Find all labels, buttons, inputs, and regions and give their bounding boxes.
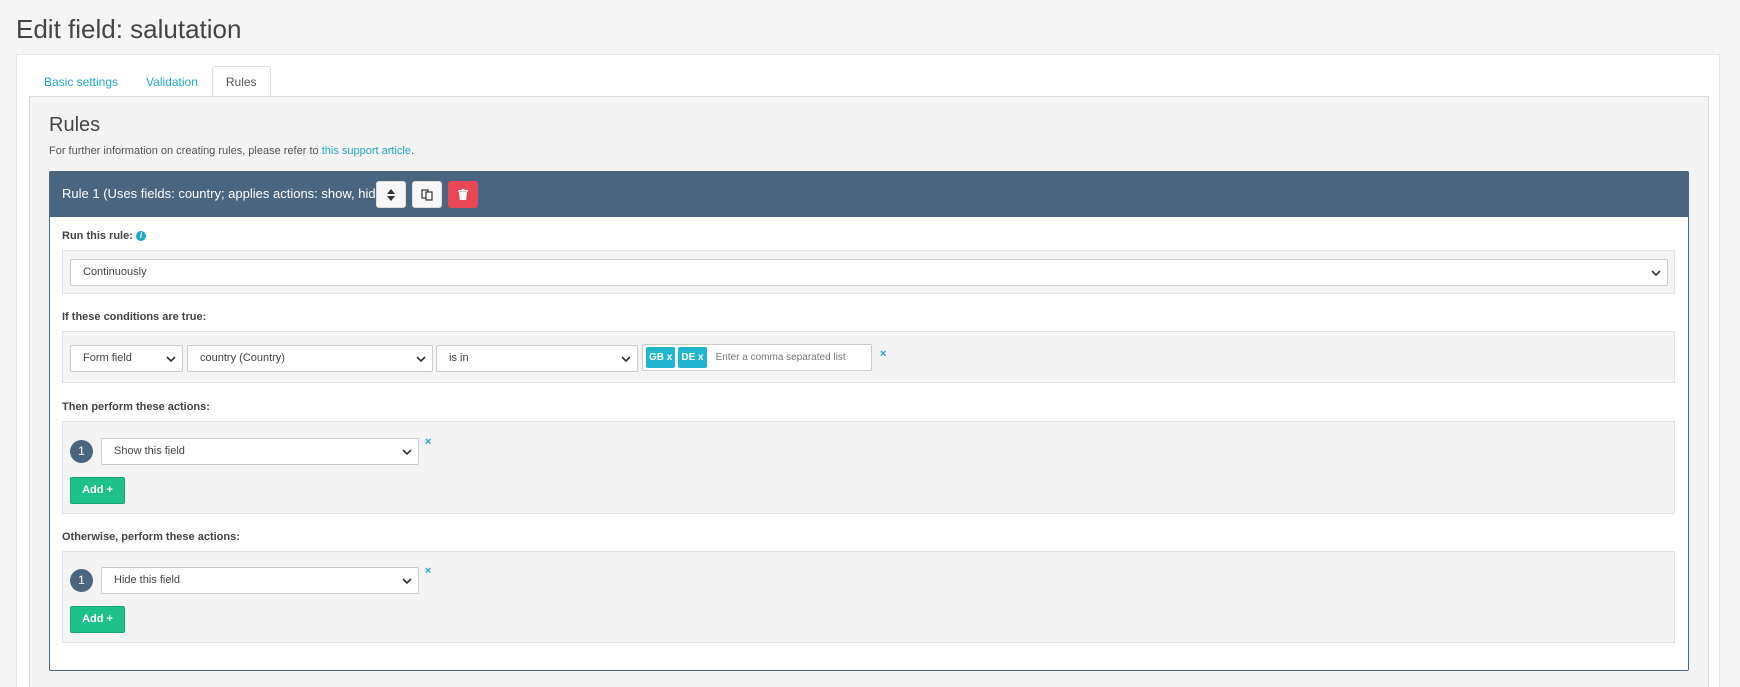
sort-icon [387,188,395,201]
condition-values-input[interactable]: GB x DE x Enter a comma separated list [642,344,872,371]
info-suffix: . [410,145,415,157]
tag-gb[interactable]: GB x [646,347,676,368]
otherwise-actions-well: 1 Hide this field × Add + [62,551,1675,643]
add-otherwise-action-button[interactable]: Add + [70,606,125,633]
remove-then-action-button[interactable]: × [425,436,431,448]
copy-icon [421,188,433,201]
tab-basic-settings[interactable]: Basic settings [30,66,132,97]
chevron-down-icon [621,356,631,363]
remove-condition-button[interactable]: × [880,348,886,360]
condition-operator-value: is in [449,352,469,364]
run-rule-value: Continuously [83,266,147,278]
then-action-value: Show this field [114,445,185,457]
chevron-down-icon [402,578,412,585]
tab-validation[interactable]: Validation [132,66,212,97]
support-article-link[interactable]: this support article [322,145,411,157]
otherwise-action-value: Hide this field [114,574,181,586]
remove-otherwise-action-button[interactable]: × [425,565,431,577]
run-rule-well: Continuously [62,250,1675,294]
trash-icon [458,189,468,200]
tag-de[interactable]: DE x [678,347,707,368]
rules-heading: Rules [49,114,101,136]
tab-rules[interactable]: Rules [211,66,271,97]
info-prefix: For further information on creating rule… [49,145,322,157]
otherwise-actions-label: Otherwise, perform these actions: [62,531,240,543]
conditions-label: If these conditions are true: [62,311,207,323]
duplicate-button[interactable] [412,181,442,208]
run-rule-label-text: Run this rule: [62,230,133,242]
condition-operator-select[interactable]: is in [436,345,638,372]
chevron-down-icon [1651,270,1661,277]
page-title: Edit field: salutation [16,14,242,44]
delete-rule-button[interactable] [448,181,478,208]
add-then-action-button[interactable]: Add + [70,477,125,504]
reorder-button[interactable] [376,181,406,208]
condition-source-value: Form field [83,352,132,364]
conditions-well: Form field country (Country) is in GB x … [62,331,1675,383]
chevron-down-icon [416,356,426,363]
condition-field-value: country (Country) [200,352,285,364]
action-number-badge: 1 [70,440,93,463]
rules-info-text: For further information on creating rule… [49,145,414,157]
condition-source-select[interactable]: Form field [70,345,183,372]
then-action-select[interactable]: Show this field [101,438,419,465]
then-actions-label: Then perform these actions: [62,401,210,413]
chevron-down-icon [402,449,412,456]
rule-title: Rule 1 (Uses fields: country; applies ac… [62,186,388,201]
action-number-badge: 1 [70,569,93,592]
run-rule-select[interactable]: Continuously [70,259,1668,286]
rule-header: Rule 1 (Uses fields: country; applies ac… [50,172,1688,217]
run-rule-label: Run this rule: i [62,230,146,242]
otherwise-action-select[interactable]: Hide this field [101,567,419,594]
tab-bar: Basic settings Validation Rules [30,66,271,97]
values-placeholder[interactable]: Enter a comma separated list [716,352,846,363]
then-actions-well: 1 Show this field × Add + [62,421,1675,514]
condition-field-select[interactable]: country (Country) [187,345,433,372]
chevron-down-icon [166,356,176,363]
info-icon[interactable]: i [135,231,146,242]
